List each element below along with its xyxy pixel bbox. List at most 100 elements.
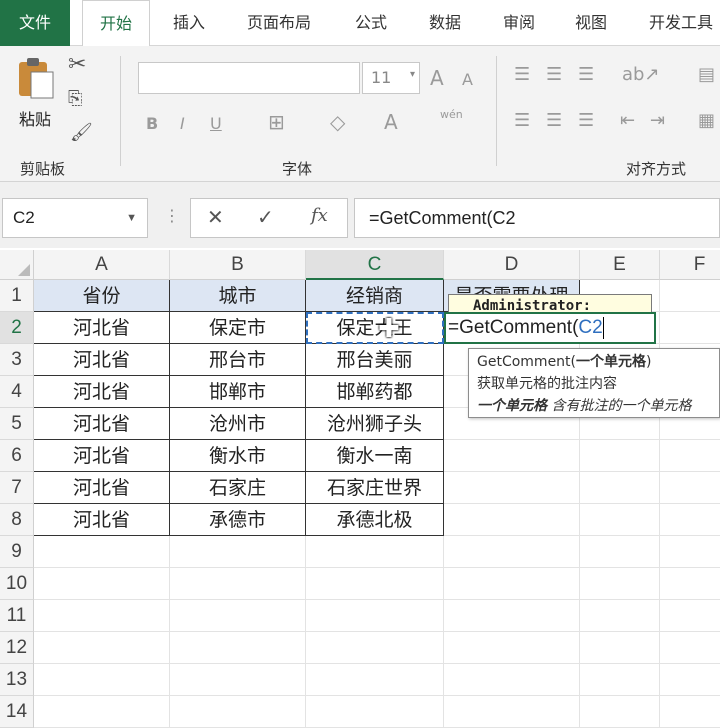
column-header-f[interactable]: F <box>660 250 720 280</box>
row-header[interactable]: 9 <box>0 536 34 568</box>
align-top-icon[interactable]: ☰ <box>514 64 530 85</box>
font-grow-icon[interactable]: A <box>430 66 444 90</box>
header-cell[interactable]: 经销商 <box>306 280 444 312</box>
empty-cell[interactable] <box>580 472 660 504</box>
row-header[interactable]: 1 <box>0 280 34 312</box>
empty-cell[interactable] <box>170 536 306 568</box>
empty-cell[interactable] <box>580 568 660 600</box>
empty-cell[interactable] <box>306 664 444 696</box>
empty-cell[interactable] <box>306 696 444 728</box>
align-left-icon[interactable]: ☰ <box>514 110 530 131</box>
align-center-icon[interactable]: ☰ <box>546 110 562 131</box>
empty-cell[interactable] <box>444 536 580 568</box>
table-cell[interactable]: 河北省 <box>34 472 170 504</box>
table-cell[interactable]: 衡水一南 <box>306 440 444 472</box>
empty-cell[interactable] <box>660 472 720 504</box>
empty-cell[interactable] <box>170 664 306 696</box>
table-cell[interactable]: 石家庄 <box>170 472 306 504</box>
align-bottom-icon[interactable]: ☰ <box>578 64 594 85</box>
empty-cell[interactable] <box>170 632 306 664</box>
table-cell[interactable]: 承德市 <box>170 504 306 536</box>
italic-button[interactable]: I <box>180 114 185 133</box>
empty-cell[interactable] <box>660 696 720 728</box>
table-cell[interactable]: 保定市 <box>170 312 306 344</box>
empty-cell[interactable] <box>34 664 170 696</box>
empty-cell[interactable] <box>660 312 720 344</box>
active-cell-c2[interactable] <box>306 312 444 344</box>
empty-cell[interactable] <box>444 504 580 536</box>
column-header-b[interactable]: B <box>170 250 306 280</box>
empty-cell[interactable] <box>444 664 580 696</box>
empty-cell[interactable] <box>34 568 170 600</box>
enter-icon[interactable]: ✓ <box>257 205 274 229</box>
empty-cell[interactable] <box>660 536 720 568</box>
select-all-corner[interactable] <box>0 250 34 280</box>
empty-cell[interactable] <box>444 568 580 600</box>
row-header[interactable]: 14 <box>0 696 34 728</box>
empty-cell[interactable] <box>444 600 580 632</box>
row-header[interactable]: 3 <box>0 344 34 376</box>
cut-icon[interactable]: ✂ <box>68 52 86 77</box>
table-cell[interactable]: 邯郸市 <box>170 376 306 408</box>
font-size-combo[interactable]: 11 ▾ <box>362 62 420 94</box>
empty-cell[interactable] <box>34 600 170 632</box>
empty-cell[interactable] <box>170 600 306 632</box>
cancel-icon[interactable]: ✕ <box>207 205 224 229</box>
tab-home[interactable]: 开始 <box>82 0 150 47</box>
empty-cell[interactable] <box>34 536 170 568</box>
empty-cell[interactable] <box>660 632 720 664</box>
orientation-icon[interactable]: ab↗ <box>622 64 660 85</box>
row-header[interactable]: 8 <box>0 504 34 536</box>
row-header[interactable]: 12 <box>0 632 34 664</box>
borders-icon[interactable]: ⊞ <box>268 110 285 134</box>
increase-indent-icon[interactable]: ⇥ <box>650 110 665 131</box>
table-cell[interactable]: 邯郸药都 <box>306 376 444 408</box>
empty-cell[interactable] <box>660 568 720 600</box>
header-cell[interactable]: 省份 <box>34 280 170 312</box>
empty-cell[interactable] <box>660 600 720 632</box>
cell-editor[interactable]: =GetComment(C2 <box>444 312 656 344</box>
copy-icon[interactable]: ⎘ <box>68 88 82 109</box>
empty-cell[interactable] <box>170 568 306 600</box>
paste-button[interactable]: 粘贴 <box>10 56 60 129</box>
empty-cell[interactable] <box>444 440 580 472</box>
empty-cell[interactable] <box>580 536 660 568</box>
empty-cell[interactable] <box>444 472 580 504</box>
tab-formulas[interactable]: 公式 <box>340 0 402 46</box>
tab-page-layout[interactable]: 页面布局 <box>236 0 322 46</box>
table-cell[interactable]: 河北省 <box>34 312 170 344</box>
empty-cell[interactable] <box>444 632 580 664</box>
empty-cell[interactable] <box>444 696 580 728</box>
table-cell[interactable]: 河北省 <box>34 344 170 376</box>
empty-cell[interactable] <box>306 568 444 600</box>
format-painter-icon[interactable]: 🖌 <box>70 122 93 143</box>
chevron-down-icon[interactable]: ▼ <box>126 199 137 237</box>
column-header-a[interactable]: A <box>34 250 170 280</box>
insert-function-icon[interactable]: fx <box>311 205 328 226</box>
table-cell[interactable]: 邢台市 <box>170 344 306 376</box>
phonetic-icon[interactable]: wén <box>440 108 463 121</box>
empty-cell[interactable] <box>660 664 720 696</box>
row-header[interactable]: 7 <box>0 472 34 504</box>
merge-icon[interactable]: ▦ <box>698 110 715 131</box>
column-header-e[interactable]: E <box>580 250 660 280</box>
tab-insert[interactable]: 插入 <box>158 0 220 46</box>
empty-cell[interactable] <box>580 600 660 632</box>
empty-cell[interactable] <box>34 696 170 728</box>
row-header[interactable]: 11 <box>0 600 34 632</box>
empty-cell[interactable] <box>170 696 306 728</box>
tab-review[interactable]: 审阅 <box>488 0 550 46</box>
row-header[interactable]: 10 <box>0 568 34 600</box>
row-header[interactable]: 13 <box>0 664 34 696</box>
header-cell[interactable]: 城市 <box>170 280 306 312</box>
worksheet-grid[interactable]: A B C D E F 1234567891011121314 省份城市经销商是… <box>0 250 720 728</box>
align-middle-icon[interactable]: ☰ <box>546 64 562 85</box>
bold-button[interactable]: B <box>146 114 158 133</box>
row-header[interactable]: 2 <box>0 312 34 344</box>
row-header[interactable]: 6 <box>0 440 34 472</box>
more-options-icon[interactable]: ⋮ <box>164 206 180 225</box>
table-cell[interactable]: 河北省 <box>34 440 170 472</box>
empty-cell[interactable] <box>306 632 444 664</box>
underline-button[interactable]: U <box>210 114 222 133</box>
name-box[interactable]: C2 ▼ <box>2 198 148 238</box>
